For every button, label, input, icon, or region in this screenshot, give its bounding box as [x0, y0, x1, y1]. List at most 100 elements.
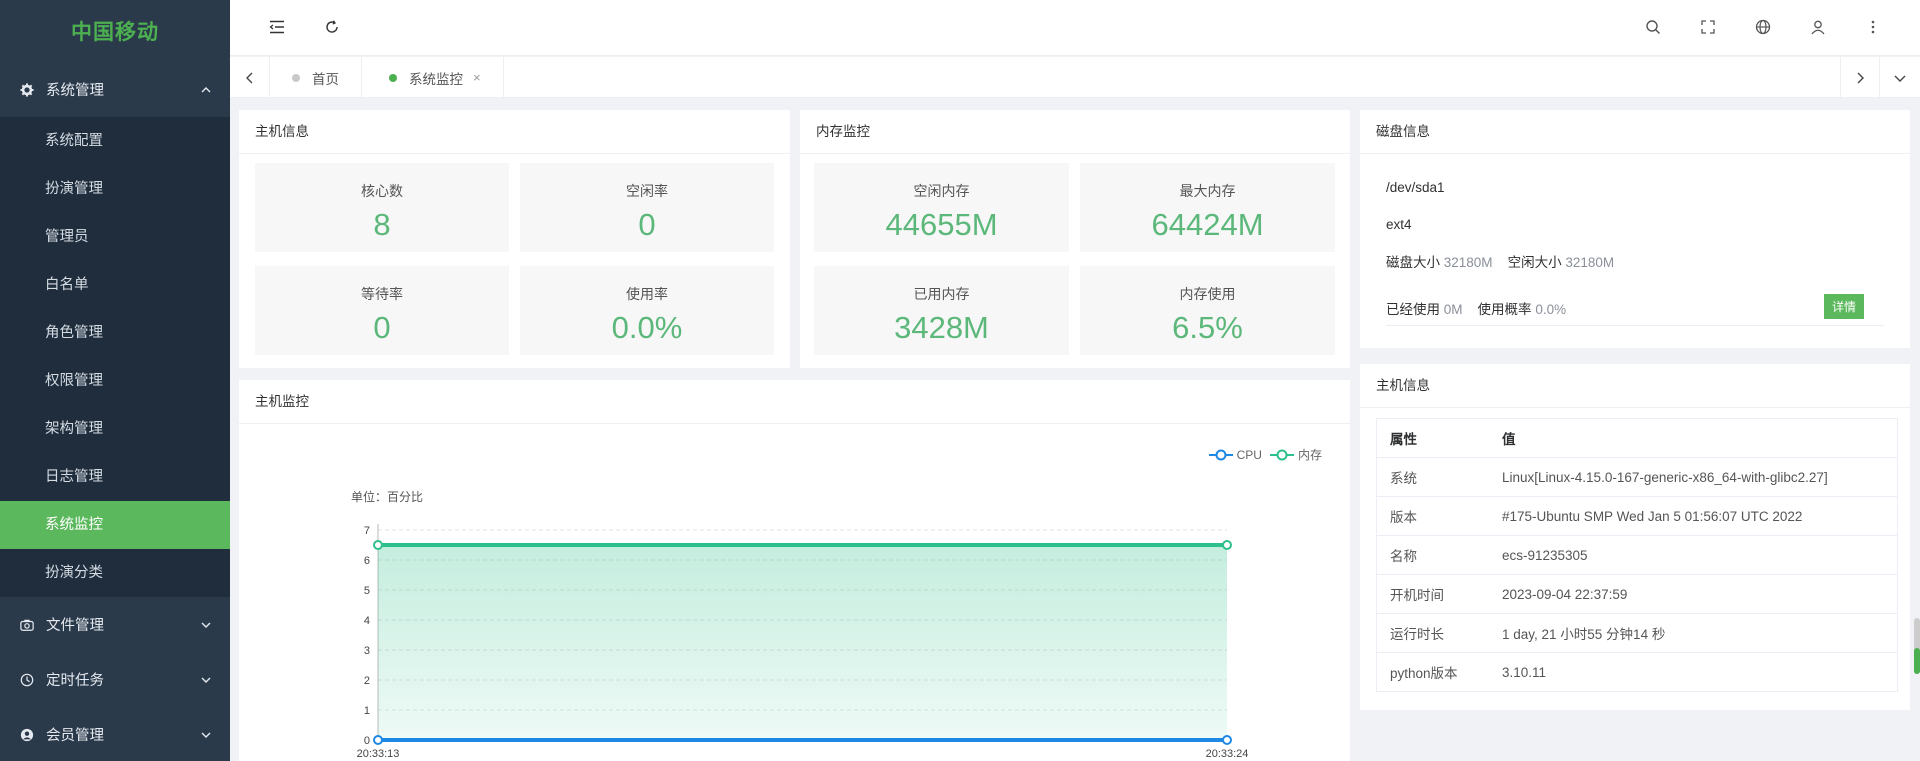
sidebar-item-whitelist[interactable]: 白名单: [0, 261, 230, 309]
close-icon[interactable]: ×: [473, 70, 481, 85]
disk-used-value: 0M: [1443, 302, 1463, 317]
y-tick-label: 6: [364, 555, 370, 567]
user-icon[interactable]: [1808, 17, 1828, 37]
y-tick-label: 1: [364, 705, 370, 717]
table-cell: 系统: [1376, 457, 1488, 497]
sidebar-item-role-play[interactable]: 扮演管理: [0, 165, 230, 213]
stat-label: 空闲率: [626, 183, 668, 199]
menu-fold-icon[interactable]: [267, 17, 287, 37]
more-vertical-icon[interactable]: [1863, 17, 1883, 37]
sidebar-item-logs[interactable]: 日志管理: [0, 453, 230, 501]
disk-size-value: 32180M: [1443, 255, 1493, 270]
data-point-cpu: [373, 735, 383, 745]
stat-label: 空闲内存: [913, 183, 970, 199]
menu-group-files[interactable]: 文件管理: [0, 597, 230, 652]
memory-panel: 内存监控 空闲内存 44655M 最大内存 64424M 已用内存 3428M …: [800, 110, 1350, 368]
table-header-attr: 属性: [1376, 418, 1488, 458]
user-circle-icon: [20, 728, 34, 742]
stat-label: 最大内存: [1179, 183, 1236, 199]
disk-panel: 磁盘信息 /dev/sda1 ext4 磁盘大小 32180M 空闲大小 321…: [1360, 110, 1910, 348]
chevron-left-icon: [245, 72, 252, 83]
y-tick-label: 0: [364, 735, 370, 747]
table-row: 名称 ecs-91235305: [1376, 535, 1898, 575]
table-header-value: 值: [1488, 418, 1898, 458]
globe-icon[interactable]: [1753, 17, 1773, 37]
table-row: 开机时间 2023-09-04 22:37:59: [1376, 574, 1898, 614]
stat-label: 使用率: [626, 286, 668, 302]
y-tick-label: 2: [364, 675, 370, 687]
tabs-dropdown[interactable]: [1880, 57, 1920, 98]
y-tick-label: 4: [364, 615, 370, 627]
sidebar-item-admins[interactable]: 管理员: [0, 213, 230, 261]
sidebar-item-system-config[interactable]: 系统配置: [0, 117, 230, 165]
sidebar-item-monitor[interactable]: 系统监控: [0, 501, 230, 549]
fullscreen-icon[interactable]: [1698, 17, 1718, 37]
menu-group-tasks[interactable]: 定时任务: [0, 652, 230, 707]
table-row: 系统 Linux[Linux-4.15.0-167-generic-x86_64-…: [1376, 457, 1898, 497]
y-tick-label: 3: [364, 645, 370, 657]
table-cell: 运行时长: [1376, 613, 1488, 653]
sidebar-item-permissions[interactable]: 权限管理: [0, 357, 230, 405]
disk-size-line: 磁盘大小 32180M 空闲大小 32180M: [1386, 251, 1614, 271]
chevron-down-icon: [200, 729, 212, 741]
disk-used-label: 已经使用: [1386, 302, 1440, 317]
x-tick-label: 20:33:24: [1206, 748, 1249, 760]
tab-status-dot: [389, 73, 397, 82]
table-cell: 开机时间: [1376, 574, 1488, 614]
stat-value: 0.0%: [611, 310, 683, 345]
host-monitor-panel: 主机监控 CPU 内存 单位：百分比 0 1 2 3 4 5 6 7 20:33:13 20:33…: [239, 380, 1350, 761]
y-tick-label: 7: [364, 525, 370, 537]
menu-group-members[interactable]: 会员管理: [0, 707, 230, 761]
data-point-memory: [373, 540, 383, 550]
host-info-panel: 主机信息 核心数 8 空闲率 0 等待率 0 使用率 0.0%: [239, 110, 790, 368]
disk-detail-button[interactable]: 详情: [1823, 294, 1864, 319]
panel-title: 内存监控: [800, 110, 1350, 154]
table-cell: ecs-91235305: [1488, 535, 1898, 575]
sidebar-item-roles[interactable]: 角色管理: [0, 309, 230, 357]
tabs-scroll-left[interactable]: [230, 57, 270, 98]
stat-card-mem-usage: 内存使用 6.5%: [1080, 266, 1335, 355]
menu-group-system[interactable]: 系统管理: [0, 62, 230, 117]
tab-home[interactable]: 首页: [270, 57, 362, 98]
gear-icon: [20, 82, 34, 97]
divider: [1386, 325, 1884, 326]
page-scrollbar[interactable]: [1914, 618, 1920, 674]
refresh-icon[interactable]: [322, 17, 342, 37]
menu-group-label: 会员管理: [46, 728, 104, 744]
stat-card-wait: 等待率 0: [255, 266, 509, 355]
panel-title: 主机信息: [239, 110, 790, 154]
stat-value: 0: [638, 207, 656, 242]
menu-group-label: 定时任务: [46, 673, 104, 689]
clock-icon: [20, 673, 34, 687]
sidebar-item-role-category[interactable]: 扮演分类: [0, 549, 230, 597]
host-info-table: 属性 值 系统 Linux[Linux-4.15.0-167-generic-x8…: [1376, 418, 1898, 692]
table-cell: 1 day, 21 小时55 分钟14 秒: [1488, 613, 1898, 653]
disk-used-line: 已经使用 0M 使用概率 0.0%: [1386, 298, 1566, 318]
tabs-bar: 首页 系统监控 ×: [230, 57, 1920, 98]
chevron-down-icon: [1894, 75, 1906, 82]
disk-usage-label: 使用概率: [1477, 302, 1532, 317]
stat-card-free-mem: 空闲内存 44655M: [814, 163, 1069, 252]
disk-filesystem: ext4: [1386, 217, 1412, 232]
stat-card-usage: 使用率 0.0%: [520, 266, 774, 355]
panel-title: 主机信息: [1360, 364, 1910, 408]
submenu-system: 系统配置 扮演管理 管理员 白名单 角色管理 权限管理 架构管理 日志管理 系统…: [0, 117, 230, 597]
tab-system-monitor[interactable]: 系统监控 ×: [367, 57, 504, 98]
camera-icon: [20, 618, 34, 632]
stat-label: 内存使用: [1179, 286, 1236, 302]
stat-value: 0: [373, 310, 391, 345]
stat-value: 6.5%: [1172, 310, 1243, 345]
chevron-down-icon: [200, 674, 212, 686]
table-cell: 名称: [1376, 535, 1488, 575]
chevron-right-icon: [1857, 72, 1864, 83]
monitor-chart: 0 1 2 3 4 5 6 7 20:33:13 20:33:24: [357, 524, 1249, 760]
search-icon[interactable]: [1643, 17, 1663, 37]
table-row: 运行时长 1 day, 21 小时55 分钟14 秒: [1376, 613, 1898, 653]
table-cell: #175-Ubuntu SMP Wed Jan 5 01:56:07 UTC 2…: [1488, 496, 1898, 536]
sidebar-item-org[interactable]: 架构管理: [0, 405, 230, 453]
sidebar: 中国移动 系统管理 系统配置 扮演管理 管理员 白名单 角色管理 权限管理 架构…: [0, 0, 230, 761]
table-cell: 3.10.11: [1488, 652, 1898, 692]
tabs-scroll-right[interactable]: [1840, 57, 1880, 98]
table-cell: Linux[Linux-4.15.0-167-generic-x86_64-wi…: [1488, 457, 1898, 497]
y-tick-label: 5: [364, 585, 370, 597]
